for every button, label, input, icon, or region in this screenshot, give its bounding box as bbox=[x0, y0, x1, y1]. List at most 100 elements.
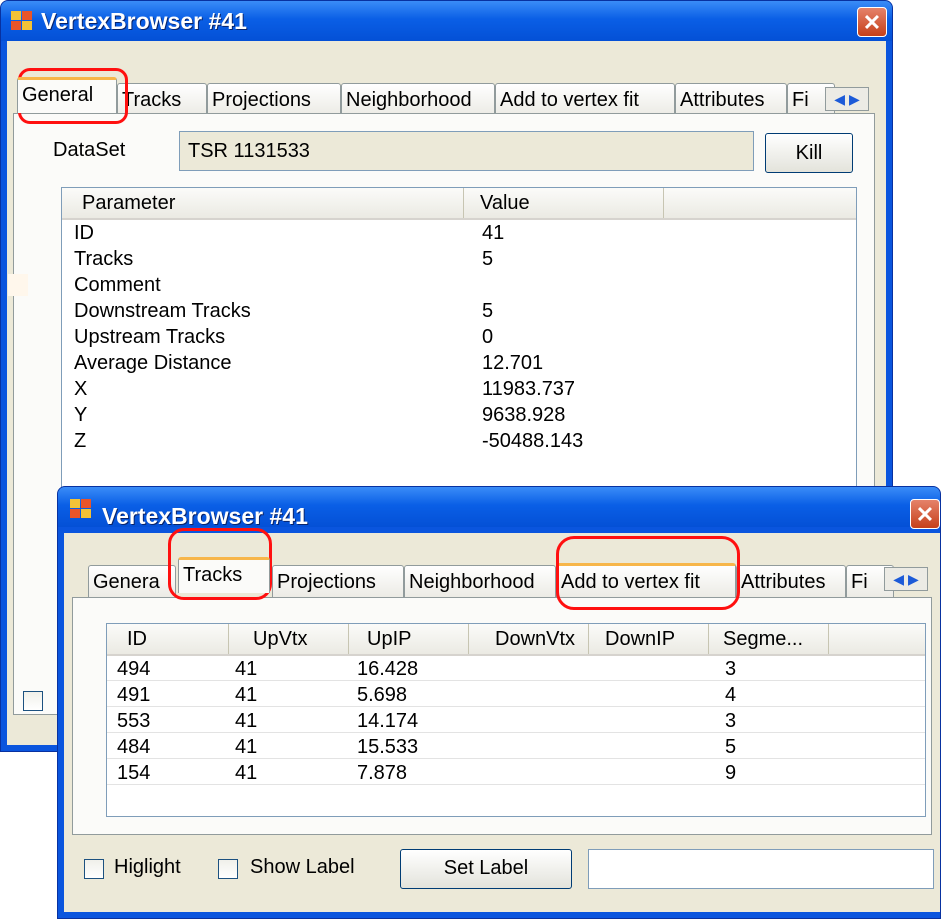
tab-neighborhood[interactable]: Neighborhood bbox=[404, 565, 556, 597]
title-bar[interactable]: VertexBrowser #41 ✕ bbox=[58, 487, 940, 529]
column-downvtx[interactable]: DownVtx bbox=[469, 624, 589, 654]
cell-parameter: Downstream Tracks bbox=[74, 300, 251, 322]
list-header: Parameter Value bbox=[62, 188, 856, 220]
close-icon[interactable]: ✕ bbox=[857, 7, 887, 37]
tab-add-to-vertex-fit[interactable]: Add to vertex fit bbox=[495, 83, 675, 115]
column-segments[interactable]: Segme... bbox=[709, 624, 829, 654]
tab-general[interactable]: General bbox=[17, 77, 117, 113]
cell-downvtx bbox=[473, 658, 585, 680]
cell-value: 5 bbox=[482, 300, 494, 322]
highlight-checkbox-label: Higlight bbox=[114, 856, 181, 878]
table-row[interactable]: Z -50488.143 bbox=[62, 430, 856, 452]
cell-parameter: Upstream Tracks bbox=[74, 326, 226, 348]
cell-segments: 3 bbox=[725, 710, 737, 732]
cell-parameter: Average Distance bbox=[74, 352, 232, 374]
cell-value: 11983.737 bbox=[482, 378, 576, 400]
cell-upip: 5.698 bbox=[357, 684, 408, 706]
label-input[interactable] bbox=[588, 849, 934, 889]
table-row[interactable]: X 11983.737 bbox=[62, 378, 856, 400]
highlight-checkbox[interactable] bbox=[23, 691, 43, 711]
app-icon bbox=[70, 499, 92, 519]
column-value[interactable]: Value bbox=[464, 188, 664, 218]
table-row[interactable]: Average Distance 12.701 bbox=[62, 352, 856, 374]
cell-value: 0 bbox=[482, 326, 494, 348]
tab-scroll-arrows-icon[interactable]: ◀ ▶ bbox=[825, 87, 869, 111]
cell-id: 491 bbox=[117, 684, 151, 706]
track-list[interactable]: ID UpVtx UpIP DownVtx DownIP Segme... 49… bbox=[106, 623, 926, 817]
tab-attributes[interactable]: Attributes bbox=[736, 565, 846, 597]
cell-id: 484 bbox=[117, 736, 151, 758]
list-header: ID UpVtx UpIP DownVtx DownIP Segme... bbox=[107, 624, 925, 656]
annotation-circle-add-to-vertex-fit-tab bbox=[556, 536, 740, 610]
dataset-label: DataSet bbox=[53, 139, 126, 161]
window-client: Genera Tracks Projections Neighborhood A… bbox=[64, 533, 940, 912]
cell-downip bbox=[593, 684, 705, 706]
tab-tracks[interactable]: Tracks bbox=[178, 557, 270, 593]
parameter-list[interactable]: Parameter Value ID 41 Tracks 5 Comment Downst… bbox=[61, 187, 857, 527]
window-title: VertexBrowser #41 bbox=[102, 503, 308, 529]
cell-value: 5 bbox=[482, 248, 494, 270]
cell-value: 12.701 bbox=[482, 352, 544, 374]
column-upvtx[interactable]: UpVtx bbox=[229, 624, 349, 654]
tab-projections[interactable]: Projections bbox=[272, 565, 404, 597]
table-row[interactable]: Y 9638.928 bbox=[62, 404, 856, 426]
table-row[interactable]: 553 41 14.174 3 bbox=[107, 710, 925, 733]
tab-scroll-arrows-icon[interactable]: ◀ ▶ bbox=[884, 567, 928, 591]
cell-segments: 9 bbox=[725, 762, 737, 784]
cell-downvtx bbox=[473, 684, 585, 706]
window-title: VertexBrowser #41 bbox=[41, 8, 247, 34]
cell-value: -50488.143 bbox=[482, 430, 584, 452]
dataset-field[interactable]: TSR 1131533 bbox=[179, 131, 754, 171]
tab-attributes[interactable]: Attributes bbox=[675, 83, 787, 115]
cell-id: 154 bbox=[117, 762, 151, 784]
cell-upip: 7.878 bbox=[357, 762, 408, 784]
cell-downip bbox=[593, 710, 705, 732]
cell-downip bbox=[593, 736, 705, 758]
table-row[interactable]: 494 41 16.428 3 bbox=[107, 658, 925, 681]
cell-id: 553 bbox=[117, 710, 151, 732]
set-label-button[interactable]: Set Label bbox=[400, 849, 572, 889]
cell-upvtx: 41 bbox=[235, 736, 258, 758]
cell-segments: 4 bbox=[725, 684, 737, 706]
cell-upip: 16.428 bbox=[357, 658, 419, 680]
cell-upvtx: 41 bbox=[235, 684, 258, 706]
app-icon bbox=[11, 11, 33, 31]
cell-upip: 14.174 bbox=[357, 710, 419, 732]
table-row[interactable]: Upstream Tracks 0 bbox=[62, 326, 856, 348]
kill-button[interactable]: Kill bbox=[765, 133, 853, 173]
cell-parameter: Y bbox=[74, 404, 88, 426]
cell-upvtx: 41 bbox=[235, 658, 258, 680]
cell-parameter: Tracks bbox=[74, 248, 134, 270]
tab-tracks[interactable]: Tracks bbox=[117, 83, 207, 115]
cell-parameter: Comment bbox=[74, 274, 161, 296]
cell-segments: 5 bbox=[725, 736, 737, 758]
table-row[interactable]: Downstream Tracks 5 bbox=[62, 300, 856, 322]
table-row[interactable]: 491 41 5.698 4 bbox=[107, 684, 925, 707]
column-parameter[interactable]: Parameter bbox=[62, 188, 464, 218]
highlight-checkbox[interactable] bbox=[84, 859, 104, 879]
cell-value: 41 bbox=[482, 222, 505, 244]
cell-upip: 15.533 bbox=[357, 736, 419, 758]
table-row[interactable]: 484 41 15.533 5 bbox=[107, 736, 925, 759]
column-id[interactable]: ID bbox=[107, 624, 229, 654]
cell-downvtx bbox=[473, 762, 585, 784]
show-label-checkbox-label: Show Label bbox=[250, 856, 355, 878]
tab-general[interactable]: Genera bbox=[88, 565, 176, 597]
cell-upvtx: 41 bbox=[235, 762, 258, 784]
title-bar[interactable]: VertexBrowser #41 ✕ bbox=[1, 1, 892, 41]
cell-upvtx: 41 bbox=[235, 710, 258, 732]
table-row[interactable]: Tracks 5 bbox=[62, 248, 856, 270]
column-upip[interactable]: UpIP bbox=[349, 624, 469, 654]
show-label-checkbox[interactable] bbox=[218, 859, 238, 879]
cell-downvtx bbox=[473, 710, 585, 732]
close-icon[interactable]: ✕ bbox=[910, 499, 940, 529]
column-downip[interactable]: DownIP bbox=[589, 624, 709, 654]
cell-parameter: X bbox=[74, 378, 88, 400]
tab-neighborhood[interactable]: Neighborhood bbox=[341, 83, 495, 115]
table-row[interactable]: ID 41 bbox=[62, 222, 856, 244]
table-row[interactable]: Comment bbox=[62, 274, 856, 296]
cell-downip bbox=[593, 658, 705, 680]
background-artifact bbox=[8, 274, 28, 296]
table-row[interactable]: 154 41 7.878 9 bbox=[107, 762, 925, 785]
tab-projections[interactable]: Projections bbox=[207, 83, 341, 115]
